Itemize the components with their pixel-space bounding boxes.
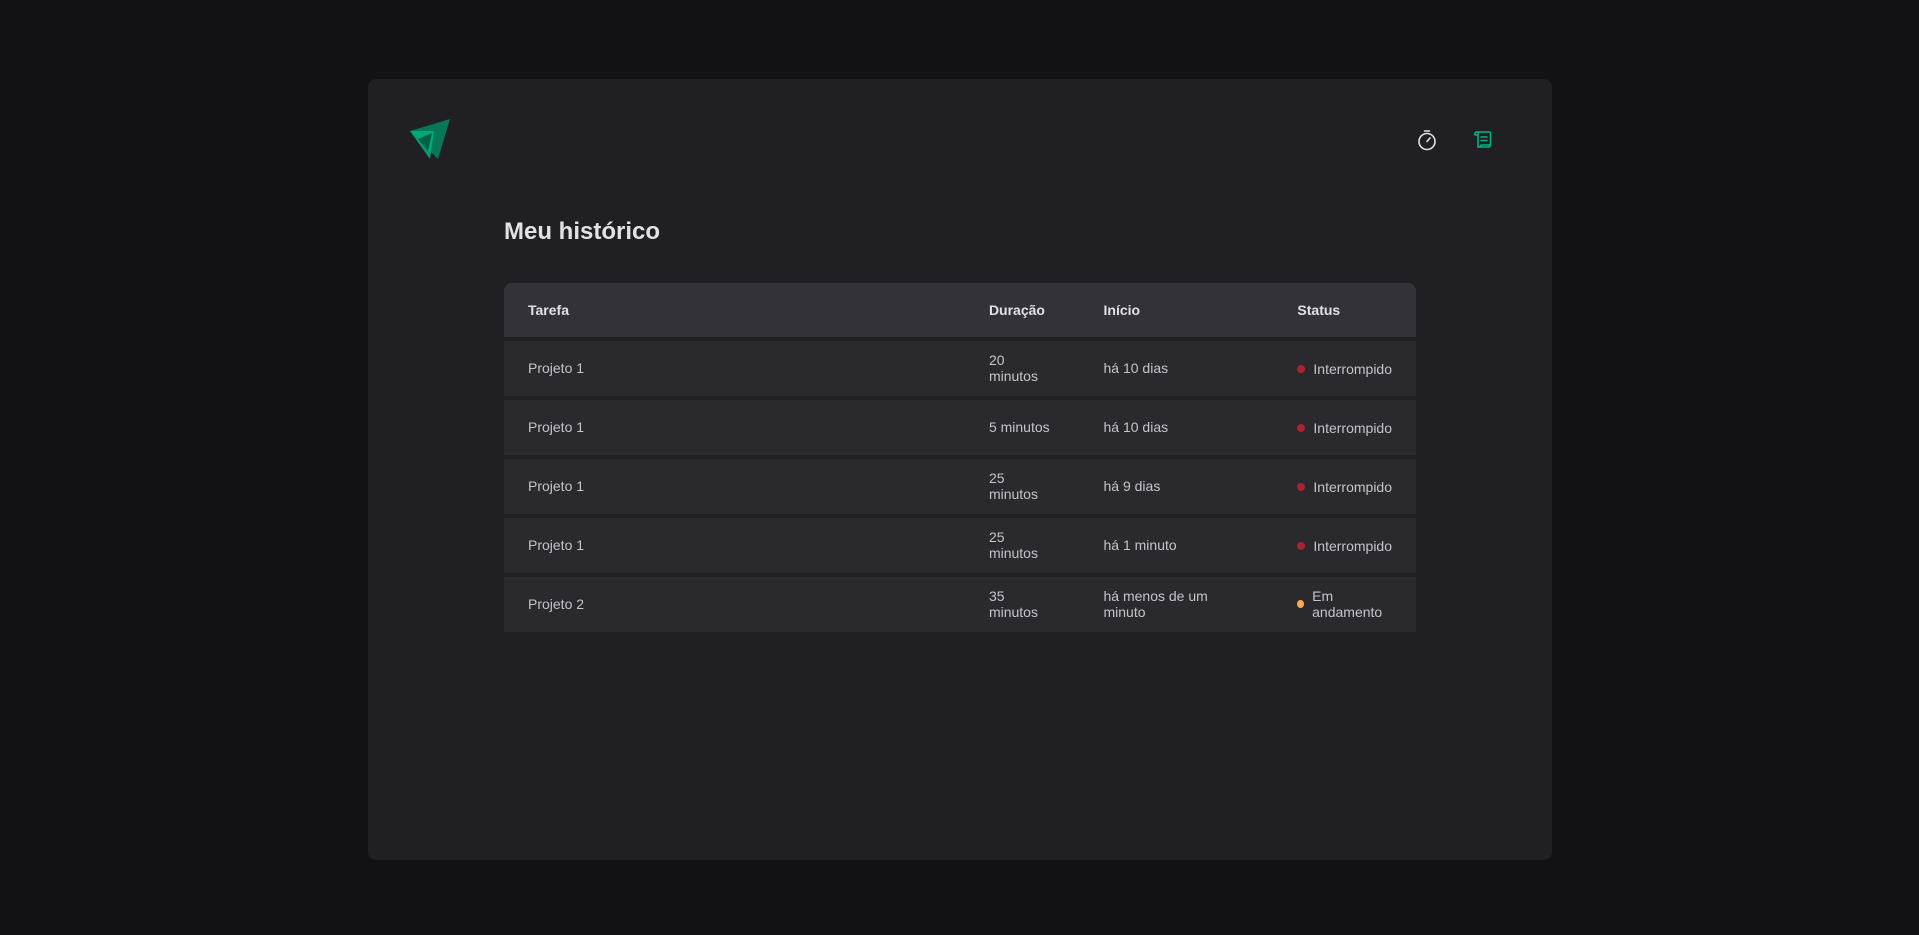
cell-duration: 20 minutos (964, 340, 1080, 396)
column-header-start: Início (1079, 282, 1274, 337)
scroll-icon (1471, 128, 1495, 152)
cell-start: há 10 dias (1079, 340, 1274, 396)
column-header-task: Tarefa (504, 282, 965, 337)
status-label: Interrompido (1313, 478, 1392, 495)
column-header-duration: Duração (964, 282, 1080, 337)
cell-duration: 5 minutos (964, 399, 1080, 455)
page-title: Meu histórico (504, 218, 661, 245)
cell-task: Projeto 1 (504, 458, 965, 514)
status-dot (1297, 541, 1306, 550)
nav-history[interactable] (1462, 119, 1504, 161)
table-header-row: Tarefa Duração Início Status (504, 282, 1416, 337)
timer-icon (1415, 128, 1439, 152)
cell-duration: 35 minutos (964, 576, 1080, 632)
cell-start: há 1 minuto (1079, 517, 1274, 573)
cell-status: Interrompido (1273, 458, 1416, 514)
status-badge: Interrompido (1297, 361, 1392, 377)
app-window: Meu histórico Tarefa Duração Início Stat… (368, 79, 1552, 860)
cell-duration: 25 minutos (964, 458, 1080, 514)
cell-status: Interrompido (1273, 517, 1416, 573)
status-dot (1297, 423, 1306, 432)
status-label: Interrompido (1313, 360, 1392, 377)
status-badge: Interrompido (1297, 479, 1392, 495)
cell-task: Projeto 1 (504, 517, 965, 573)
table-row: Projeto 1 25 minutos há 9 dias Interromp… (504, 458, 1416, 514)
status-label: Interrompido (1313, 419, 1392, 436)
status-dot (1297, 364, 1306, 373)
cell-status: Interrompido (1273, 340, 1416, 396)
cell-status: Em andamento (1273, 576, 1416, 632)
status-badge: Interrompido (1297, 538, 1392, 554)
cell-start: há 9 dias (1079, 458, 1274, 514)
triangle-logo-icon (408, 119, 450, 161)
status-dot (1297, 482, 1306, 491)
cell-task: Projeto 2 (504, 576, 965, 632)
status-badge: Em andamento (1297, 588, 1392, 620)
table-row: Projeto 1 5 minutos há 10 dias Interromp… (504, 399, 1416, 455)
column-header-status: Status (1273, 282, 1416, 337)
history-section: Meu histórico Tarefa Duração Início Stat… (504, 215, 1416, 636)
cell-start: há 10 dias (1079, 399, 1274, 455)
table-row: Projeto 2 35 minutos há menos de um minu… (504, 576, 1416, 632)
table-row: Projeto 1 25 minutos há 1 minuto Interro… (504, 517, 1416, 573)
status-label: Interrompido (1313, 537, 1392, 554)
status-dot (1297, 600, 1305, 609)
table-row: Projeto 1 20 minutos há 10 dias Interrom… (504, 340, 1416, 396)
cell-duration: 25 minutos (964, 517, 1080, 573)
history-table: Tarefa Duração Início Status Projeto 1 2… (504, 279, 1416, 636)
header (408, 119, 1512, 161)
main-nav (1406, 119, 1504, 161)
cell-status: Interrompido (1273, 399, 1416, 455)
cell-task: Projeto 1 (504, 340, 965, 396)
cell-start: há menos de um minuto (1079, 576, 1274, 632)
status-badge: Interrompido (1297, 420, 1392, 436)
cell-task: Projeto 1 (504, 399, 965, 455)
nav-timer[interactable] (1406, 119, 1448, 161)
status-label: Em andamento (1312, 588, 1383, 621)
